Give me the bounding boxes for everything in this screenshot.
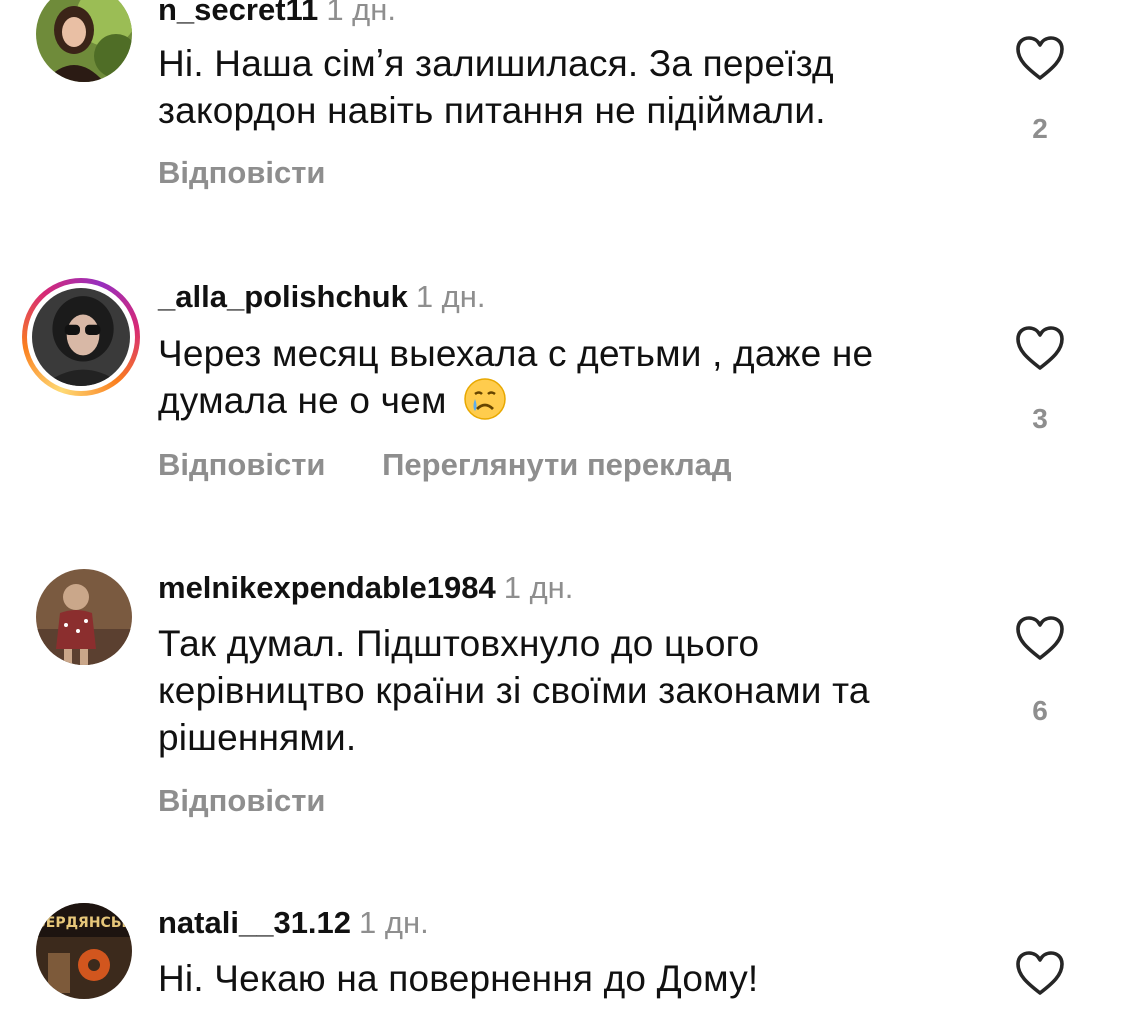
reply-button[interactable]: Відповісти: [158, 155, 326, 190]
username[interactable]: n_secret11: [158, 0, 318, 27]
comment-actions: Відповісти: [158, 783, 374, 819]
timestamp: 1 дн.: [503, 570, 574, 605]
comment-meta: _alla_polishchuk 1 дн.: [158, 279, 486, 315]
comment-actions: Відповісти Переглянути переклад: [158, 447, 780, 483]
story-ring[interactable]: [22, 278, 140, 396]
username[interactable]: natali__31.12: [158, 905, 351, 940]
comment-text-line: Ні. Чекаю на повернення до Дому!: [158, 958, 759, 999]
see-translation-button[interactable]: Переглянути переклад: [382, 447, 731, 482]
comment-text-line: Ні. Наша сімʼя залишилася. За переїзд: [158, 43, 834, 84]
like-count[interactable]: 6: [1000, 695, 1080, 727]
comment-meta: natali__31.12 1 дн.: [158, 905, 429, 941]
comment-text-line: рішеннями.: [158, 717, 357, 758]
comment-text: Ні. Наша сімʼя залишилася. За переїзд за…: [158, 40, 978, 134]
reply-button[interactable]: Відповісти: [158, 447, 326, 482]
like-count[interactable]: 3: [1000, 403, 1080, 435]
heart-outline-icon[interactable]: [1015, 35, 1065, 81]
heart-outline-icon[interactable]: [1015, 950, 1065, 996]
comment-text: Через месяц выехала с детьми , даже не д…: [158, 330, 978, 425]
comment-text-line: закордон навіть питання не підіймали.: [158, 90, 826, 131]
comment-actions: Відповісти: [158, 155, 374, 191]
username[interactable]: melnikexpendable1984: [158, 570, 496, 605]
username[interactable]: _alla_polishchuk: [158, 279, 408, 314]
comment-meta: melnikexpendable1984 1 дн.: [158, 570, 573, 606]
comment-text-line: думала не о чем: [158, 377, 978, 425]
timestamp: 1 дн.: [415, 279, 486, 314]
reply-button[interactable]: Відповісти: [158, 783, 326, 818]
heart-outline-icon[interactable]: [1015, 615, 1065, 661]
avatar[interactable]: [36, 0, 132, 82]
heart-outline-icon[interactable]: [1015, 325, 1065, 371]
avatar[interactable]: [36, 569, 132, 665]
timestamp: 1 дн.: [359, 905, 429, 940]
comment-text: Так думал. Підштовхнуло до цього керівни…: [158, 620, 978, 761]
avatar[interactable]: БЕРДЯНСЬК: [36, 903, 132, 999]
comment-text-line: Так думал. Підштовхнуло до цього: [158, 623, 760, 664]
comment-text: Ні. Чекаю на повернення до Дому!: [158, 955, 978, 1002]
timestamp: 1 дн.: [326, 0, 396, 27]
comment-meta: n_secret11 1 дн.: [158, 0, 396, 28]
comment-text-line: керівництво країни зі своїми законами та: [158, 670, 870, 711]
like-count[interactable]: 2: [1000, 113, 1080, 145]
crying-face-icon: [463, 377, 507, 421]
avatar: [32, 288, 130, 386]
avatar-logo-text: БЕРДЯНСЬК: [36, 915, 132, 931]
comment-text-line: Через месяц выехала с детьми , даже не: [158, 333, 874, 374]
